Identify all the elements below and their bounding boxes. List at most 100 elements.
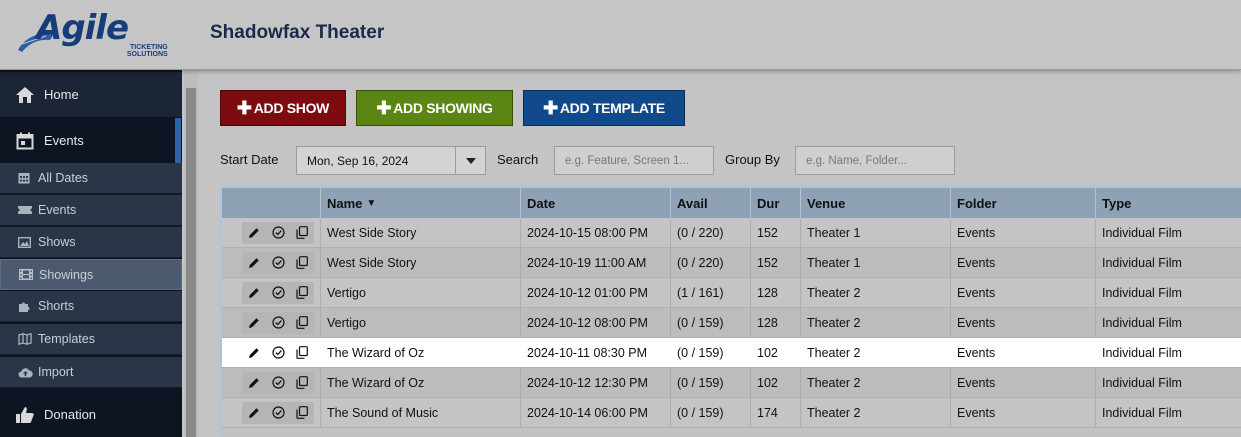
sidebar-item-label: Events — [44, 133, 84, 148]
sidebar-item-label: Home — [44, 87, 79, 102]
start-date-value: Mon, Sep 16, 2024 — [307, 153, 409, 168]
edit-pencil-icon[interactable] — [246, 375, 262, 391]
row-action-group — [242, 311, 314, 334]
cell-name: West Side Story — [321, 218, 521, 247]
row-actions — [222, 338, 321, 367]
column-header-dur[interactable]: Dur — [751, 188, 801, 218]
cell-name: The Wizard of Oz — [321, 338, 521, 367]
cell-venue: Theater 1 — [801, 248, 951, 277]
table-row[interactable]: West Side Story 2024-10-15 08:00 PM (0 /… — [222, 218, 1241, 248]
cell-date: 2024-10-11 08:30 PM — [521, 338, 671, 367]
column-header-folder[interactable]: Folder — [951, 188, 1096, 218]
copy-icon[interactable] — [294, 345, 310, 361]
dropdown-caret-icon[interactable] — [455, 147, 485, 174]
sidebar-item-shows[interactable]: Shows — [0, 227, 182, 258]
cell-dur: 128 — [751, 308, 801, 337]
cell-folder: Events — [951, 308, 1096, 337]
table-row[interactable]: Vertigo 2024-10-12 08:00 PM (0 / 159) 12… — [222, 308, 1241, 338]
check-circle-icon[interactable] — [270, 225, 286, 241]
copy-icon[interactable] — [294, 225, 310, 241]
cell-dur: 102 — [751, 368, 801, 397]
sidebar-item-donation[interactable]: Donation — [0, 392, 182, 437]
start-date-label: Start Date — [220, 152, 279, 167]
sidebar-item-import[interactable]: Import — [0, 357, 182, 388]
cell-venue: Theater 1 — [801, 218, 951, 247]
copy-icon[interactable] — [294, 255, 310, 271]
search-label: Search — [497, 152, 539, 167]
table-row[interactable]: The Sound of Music 2024-10-14 06:00 PM (… — [222, 398, 1241, 428]
check-circle-icon[interactable] — [270, 315, 286, 331]
cell-name: Vertigo — [321, 278, 521, 307]
cell-type: Individual Film — [1096, 218, 1241, 247]
calendar-icon — [14, 131, 36, 151]
edit-pencil-icon[interactable] — [246, 405, 262, 421]
agile-logo[interactable]: Agile TICKETING SOLUTIONS — [16, 6, 168, 62]
cell-avail: (0 / 159) — [671, 398, 751, 427]
sidebar-item-label: Import — [38, 365, 74, 379]
cell-avail: (0 / 220) — [671, 248, 751, 277]
copy-icon[interactable] — [294, 285, 310, 301]
cell-avail: (0 / 220) — [671, 218, 751, 247]
edit-pencil-icon[interactable] — [246, 285, 262, 301]
column-header-date[interactable]: Date — [521, 188, 671, 218]
page-title: Shadowfax Theater — [210, 22, 385, 43]
check-circle-icon[interactable] — [270, 255, 286, 271]
home-icon — [14, 85, 36, 105]
table-row[interactable]: The Wizard of Oz 2024-10-12 12:30 PM (0 … — [222, 368, 1241, 398]
cell-dur: 152 — [751, 218, 801, 247]
cell-venue: Theater 2 — [801, 278, 951, 307]
sidebar: Home Events All Dates Events Shows Showi… — [0, 70, 182, 437]
column-header-name[interactable]: Name ▼ — [321, 188, 521, 218]
cell-date: 2024-10-12 01:00 PM — [521, 278, 671, 307]
check-circle-icon[interactable] — [270, 285, 286, 301]
puzzle-icon — [18, 300, 34, 313]
table-row[interactable]: West Side Story 2024-10-19 11:00 AM (0 /… — [222, 248, 1241, 278]
column-header-type[interactable]: Type — [1096, 188, 1241, 218]
cell-venue: Theater 2 — [801, 368, 951, 397]
column-header-avail[interactable]: Avail — [671, 188, 751, 218]
edit-pencil-icon[interactable] — [246, 315, 262, 331]
table-row[interactable]: The Wizard of Oz 2024-10-11 08:30 PM (0 … — [222, 338, 1241, 368]
cell-venue: Theater 2 — [801, 398, 951, 427]
cell-dur: 152 — [751, 248, 801, 277]
copy-icon[interactable] — [294, 315, 310, 331]
copy-icon[interactable] — [294, 375, 310, 391]
cell-type: Individual Film — [1096, 278, 1241, 307]
sidebar-item-showings[interactable]: Showings — [0, 259, 182, 290]
check-circle-icon[interactable] — [270, 345, 286, 361]
add-show-button[interactable]: ✚ ADD SHOW — [220, 90, 346, 126]
sidebar-item-events-sub[interactable]: Events — [0, 195, 182, 226]
edit-pencil-icon[interactable] — [246, 255, 262, 271]
sidebar-item-templates[interactable]: Templates — [0, 324, 182, 355]
sidebar-scrollbar-thumb[interactable] — [186, 88, 196, 437]
table-header: Name ▼ Date Avail Dur Venue Folder Type — [222, 188, 1241, 218]
cell-type: Individual Film — [1096, 248, 1241, 277]
sidebar-item-all-dates[interactable]: All Dates — [0, 163, 182, 194]
search-input[interactable] — [554, 146, 714, 175]
add-template-button[interactable]: ✚ ADD TEMPLATE — [523, 90, 685, 126]
row-actions — [222, 278, 321, 307]
copy-icon[interactable] — [294, 405, 310, 421]
start-date-select[interactable]: Mon, Sep 16, 2024 — [296, 146, 486, 175]
edit-pencil-icon[interactable] — [246, 225, 262, 241]
cell-folder: Events — [951, 338, 1096, 367]
group-by-input[interactable] — [795, 146, 955, 175]
column-header-actions — [222, 188, 321, 218]
sidebar-item-shorts[interactable]: Shorts — [0, 291, 182, 322]
plus-icon: ✚ — [376, 97, 392, 118]
table-row[interactable]: Vertigo 2024-10-12 01:00 PM (1 / 161) 12… — [222, 278, 1241, 308]
sidebar-item-home[interactable]: Home — [0, 72, 182, 117]
row-actions — [222, 248, 321, 277]
check-circle-icon[interactable] — [270, 375, 286, 391]
column-header-venue[interactable]: Venue — [801, 188, 951, 218]
plus-icon: ✚ — [236, 97, 252, 118]
row-action-group — [242, 371, 314, 394]
edit-pencil-icon[interactable] — [246, 345, 262, 361]
check-circle-icon[interactable] — [270, 405, 286, 421]
sidebar-item-events[interactable]: Events — [0, 118, 182, 163]
cell-folder: Events — [951, 218, 1096, 247]
sidebar-item-label: Shows — [38, 235, 76, 249]
group-by-label: Group By — [725, 152, 780, 167]
add-showing-button[interactable]: ✚ ADD SHOWING — [356, 90, 513, 126]
cell-name: Vertigo — [321, 308, 521, 337]
